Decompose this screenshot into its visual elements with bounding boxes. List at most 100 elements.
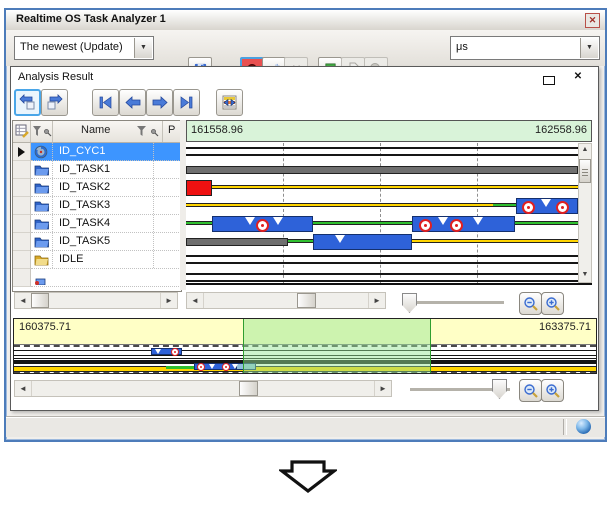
row-marker-cell[interactable] bbox=[13, 233, 31, 251]
table-hscrollbar-thumb[interactable] bbox=[31, 293, 49, 308]
task-name: ID_TASK5 bbox=[59, 235, 110, 247]
row-marker-cell[interactable] bbox=[13, 251, 31, 269]
gantt-hscrollbar[interactable]: ◄ ► bbox=[186, 292, 386, 309]
pin-icon bbox=[152, 130, 159, 137]
task-icon bbox=[34, 235, 50, 248]
titlebar[interactable]: Realtime OS Task Analyzer 1 ✕ bbox=[6, 10, 605, 31]
gantt-row bbox=[186, 197, 578, 215]
row-body[interactable]: ID_TASK5 bbox=[31, 233, 181, 251]
history-back-button[interactable] bbox=[14, 89, 41, 116]
column-chooser-button[interactable] bbox=[13, 121, 31, 142]
table-row[interactable]: ID_TASK4 bbox=[13, 215, 181, 233]
gantt-plot[interactable] bbox=[186, 143, 578, 283]
unit-dropdown[interactable]: μs ▼ bbox=[450, 36, 600, 60]
panel-minimize-icon[interactable] bbox=[543, 76, 555, 85]
interrupt-target-marker bbox=[556, 201, 569, 214]
table-row[interactable]: ID_TASK1 bbox=[13, 161, 181, 179]
row-marker-cell[interactable] bbox=[13, 143, 31, 161]
table-row[interactable]: ID_TASK2 bbox=[13, 179, 181, 197]
gantt-segment bbox=[186, 221, 212, 225]
zoom-slider-thumb[interactable] bbox=[402, 293, 417, 313]
scroll-right-icon[interactable]: ► bbox=[160, 293, 177, 308]
vertical-scrollbar[interactable]: ▲ ▼ bbox=[578, 143, 592, 283]
task-table[interactable]: Name P ID_CYC1 ID_TASK1 ID_TASK2 ID_TASK3 ID… bbox=[12, 120, 182, 292]
row-body[interactable]: IDLE bbox=[31, 251, 181, 269]
gantt-row bbox=[186, 143, 578, 161]
scroll-up-icon[interactable]: ▲ bbox=[579, 144, 591, 157]
main-toolbar: The newest (Update) ▼ bbox=[6, 30, 605, 66]
zoom-out-button[interactable] bbox=[519, 292, 542, 315]
table-row[interactable]: IDLE bbox=[13, 251, 181, 269]
zoom-out-icon bbox=[523, 296, 539, 312]
filter-funnel-icon bbox=[137, 126, 146, 136]
overview-hscrollbar[interactable]: ◄ ► bbox=[14, 380, 392, 397]
p-column-header[interactable]: P bbox=[163, 121, 181, 142]
scroll-left-icon[interactable]: ◄ bbox=[187, 293, 204, 308]
task-name: ID_TASK4 bbox=[59, 217, 110, 229]
table-row-partial bbox=[13, 269, 181, 287]
history-forward-button[interactable] bbox=[41, 89, 68, 116]
row-marker-cell[interactable] bbox=[13, 161, 31, 179]
name-column-label: Name bbox=[81, 124, 110, 136]
cyclic-handler-icon bbox=[34, 145, 49, 159]
go-last-icon bbox=[179, 96, 194, 109]
analysis-result-panel: Analysis Result ✕ bbox=[10, 66, 599, 411]
task-name: ID_TASK2 bbox=[59, 181, 110, 193]
dispatch-arrow-marker bbox=[335, 235, 345, 243]
overview-zoom-out-button[interactable] bbox=[519, 379, 542, 402]
overview-zoom-in-button[interactable] bbox=[541, 379, 564, 402]
overview-panel[interactable]: 160375.71 163375.71 bbox=[13, 318, 597, 374]
mini-gantt-segment bbox=[166, 366, 194, 369]
table-row[interactable]: ID_TASK3 bbox=[13, 197, 181, 215]
plot-bottom-border bbox=[186, 283, 592, 285]
row-body[interactable]: ID_TASK1 bbox=[31, 161, 181, 179]
icon-column-header[interactable] bbox=[31, 121, 53, 142]
dispatch-arrow-marker bbox=[155, 349, 161, 354]
view-region-overlay[interactable] bbox=[243, 319, 431, 373]
task-name: ID_CYC1 bbox=[59, 145, 105, 157]
row-body[interactable]: ID_TASK3 bbox=[31, 197, 181, 215]
interrupt-target-marker bbox=[256, 219, 269, 232]
row-body[interactable]: ID_TASK4 bbox=[31, 215, 181, 233]
window-close-icon[interactable]: ✕ bbox=[585, 13, 600, 28]
zoom-in-icon bbox=[545, 383, 561, 399]
dispatch-arrow-marker bbox=[473, 217, 483, 225]
gantt-row bbox=[186, 215, 578, 233]
table-row[interactable]: ID_CYC1 bbox=[13, 143, 181, 161]
chevron-down-icon[interactable]: ▼ bbox=[134, 38, 152, 58]
scroll-right-icon[interactable]: ► bbox=[374, 381, 391, 396]
row-body[interactable]: ID_CYC1 bbox=[31, 143, 181, 161]
panel-title: Analysis Result bbox=[18, 71, 93, 83]
status-sphere-icon bbox=[576, 419, 591, 434]
scroll-down-icon[interactable]: ▼ bbox=[579, 269, 591, 282]
row-marker-cell[interactable] bbox=[13, 197, 31, 215]
chevron-down-icon[interactable]: ▼ bbox=[580, 38, 598, 58]
vertical-scrollbar-thumb[interactable] bbox=[579, 159, 591, 183]
overview-hscrollbar-thumb[interactable] bbox=[239, 381, 258, 396]
jump-settings-icon bbox=[221, 94, 238, 111]
preset-dropdown[interactable]: The newest (Update) ▼ bbox=[14, 36, 154, 60]
go-first-button[interactable] bbox=[92, 89, 119, 116]
row-marker-cell[interactable] bbox=[13, 179, 31, 197]
overview-zoom-slider-thumb[interactable] bbox=[492, 379, 507, 399]
go-next-button[interactable] bbox=[146, 89, 173, 116]
table-row[interactable]: ID_TASK5 bbox=[13, 233, 181, 251]
scroll-left-icon[interactable]: ◄ bbox=[15, 293, 32, 308]
scroll-right-icon[interactable]: ► bbox=[368, 293, 385, 308]
go-last-button[interactable] bbox=[173, 89, 200, 116]
name-column-header[interactable]: Name bbox=[53, 121, 163, 142]
current-row-arrow-icon bbox=[18, 147, 25, 157]
zoom-in-button[interactable] bbox=[541, 292, 564, 315]
status-divider bbox=[563, 419, 567, 435]
gantt-hscrollbar-thumb[interactable] bbox=[297, 293, 316, 308]
table-hscrollbar[interactable]: ◄ ► bbox=[14, 292, 178, 309]
panel-close-icon[interactable]: ✕ bbox=[572, 71, 584, 83]
status-bar bbox=[6, 416, 605, 437]
scroll-left-icon[interactable]: ◄ bbox=[15, 381, 32, 396]
jump-settings-button[interactable] bbox=[216, 89, 243, 116]
zoom-in-icon bbox=[545, 296, 561, 312]
row-body[interactable]: ID_TASK2 bbox=[31, 179, 181, 197]
go-prev-button[interactable] bbox=[119, 89, 146, 116]
zoom-slider-track[interactable] bbox=[402, 301, 504, 305]
row-marker-cell[interactable] bbox=[13, 215, 31, 233]
